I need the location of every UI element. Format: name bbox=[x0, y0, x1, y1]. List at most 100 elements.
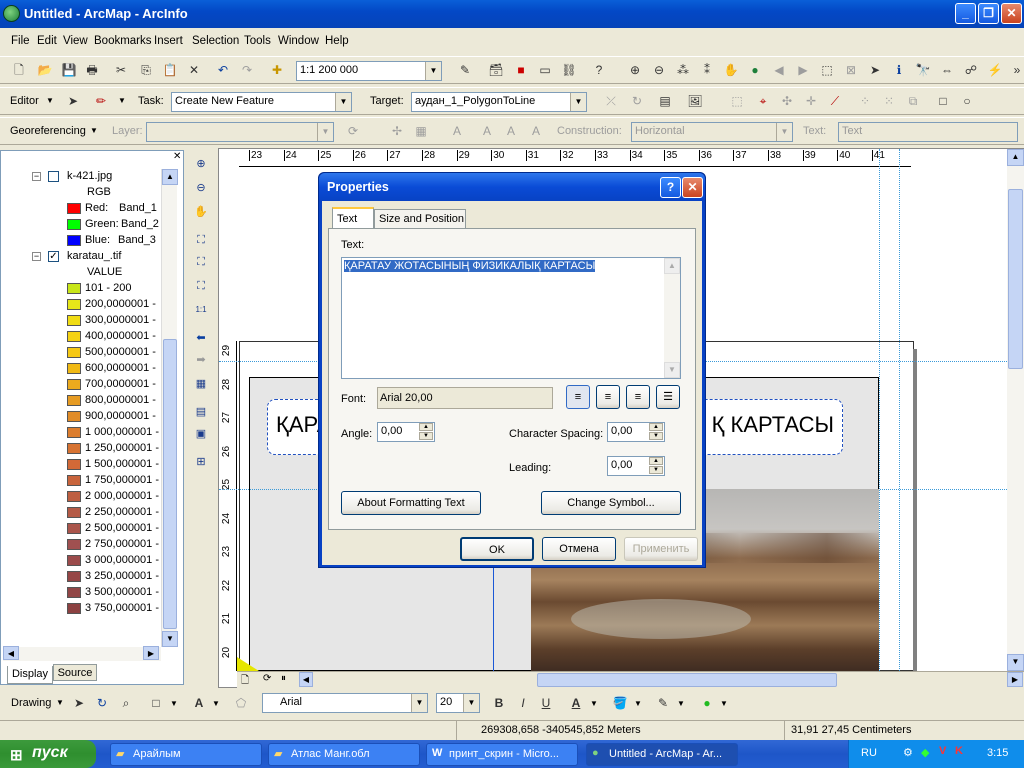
task-arcmap[interactable]: ● Untitled - ArcMap - Ar... bbox=[586, 743, 738, 766]
menu-insert[interactable]: Insert bbox=[154, 35, 183, 47]
full-extent-icon[interactable]: ● bbox=[746, 62, 764, 78]
fixed-zoom-icon[interactable]: ⛶ bbox=[191, 252, 211, 270]
paste-icon[interactable]: 📋 bbox=[161, 62, 179, 78]
minimize-button[interactable]: _ bbox=[955, 3, 976, 24]
task-arailym[interactable]: ▰ Арайлым bbox=[110, 743, 262, 766]
cut-icon[interactable]: ✂ bbox=[112, 62, 130, 78]
layer-checkbox-checked[interactable]: ✓ bbox=[48, 251, 59, 262]
dialog-close-button[interactable]: ✕ bbox=[682, 177, 703, 198]
chevron-down-icon[interactable]: ▼ bbox=[590, 699, 598, 708]
tab-text[interactable]: Text bbox=[332, 207, 374, 229]
leading-input[interactable]: 0,00 ▲ ▼ bbox=[607, 456, 665, 476]
textarea-scrollbar[interactable]: ▲ ▼ bbox=[664, 258, 680, 378]
sketch-tool-icon[interactable]: ✏ bbox=[92, 93, 110, 109]
fixed-zoom-out-icon[interactable]: ⛶ bbox=[191, 276, 211, 294]
zoom-out-icon[interactable]: ⊖ bbox=[650, 62, 668, 78]
align-justify-icon[interactable]: ☰ bbox=[656, 385, 680, 409]
help-button[interactable]: ? bbox=[660, 177, 681, 198]
cancel-button[interactable]: Отмена bbox=[542, 537, 616, 561]
font-combo[interactable]: Arial ▼ bbox=[262, 693, 428, 713]
char-spacing-input[interactable]: 0,00 ▲ ▼ bbox=[607, 422, 665, 442]
overflow-icon[interactable]: » bbox=[1008, 62, 1024, 78]
scroll-right-icon[interactable]: ▶ bbox=[143, 646, 159, 660]
hyperlink-icon[interactable]: ☍ bbox=[962, 62, 980, 78]
underline-button[interactable]: U bbox=[537, 695, 555, 711]
zoom-100-icon[interactable]: 1:1 bbox=[191, 300, 211, 318]
arcmap-globe-icon[interactable] bbox=[3, 5, 20, 22]
menu-file[interactable]: File bbox=[11, 35, 30, 47]
chevron-down-icon[interactable]: ▼ bbox=[463, 694, 479, 712]
font-size-combo[interactable]: 20 ▼ bbox=[436, 693, 480, 713]
identify-icon[interactable]: ℹ bbox=[890, 62, 908, 78]
chevron-down-icon[interactable]: ▼ bbox=[570, 93, 586, 111]
add-data-icon[interactable]: ✚ bbox=[268, 62, 286, 78]
tab-source[interactable]: Source bbox=[53, 664, 97, 681]
zoom-whole-page-icon[interactable]: ⛶ bbox=[191, 230, 211, 248]
measure-icon[interactable]: ⇔ bbox=[938, 62, 956, 78]
tray-shield-icon[interactable]: ◆ bbox=[921, 746, 929, 759]
scroll-down-icon[interactable]: ▼ bbox=[162, 631, 178, 647]
chevron-down-icon[interactable]: ▼ bbox=[170, 699, 178, 708]
scroll-up-icon[interactable]: ▲ bbox=[1007, 149, 1024, 166]
scroll-up-icon[interactable]: ▲ bbox=[162, 169, 178, 185]
tab-size-and-position[interactable]: Size and Position bbox=[374, 209, 466, 229]
data-view-icon[interactable]: 🗋 bbox=[241, 673, 249, 690]
chevron-down-icon[interactable]: ▼ bbox=[46, 96, 54, 105]
align-center-icon[interactable]: ≡ bbox=[596, 385, 620, 409]
command-line-icon[interactable]: ▭ bbox=[536, 62, 554, 78]
marker-color-icon[interactable]: ● bbox=[698, 695, 716, 711]
spin-up-icon[interactable]: ▲ bbox=[419, 423, 433, 431]
attributes-icon[interactable]: ▤ bbox=[656, 93, 674, 109]
scroll-thumb[interactable] bbox=[1008, 189, 1023, 369]
tray-network-icon[interactable]: ⚙ bbox=[903, 746, 913, 759]
bold-button[interactable]: B bbox=[490, 695, 508, 711]
scroll-left-icon[interactable]: ◀ bbox=[299, 672, 313, 687]
scroll-thumb[interactable] bbox=[163, 339, 177, 629]
task-combo[interactable]: Create New Feature ▼ bbox=[171, 92, 352, 112]
undo-icon[interactable]: ↶ bbox=[214, 62, 232, 78]
menu-window[interactable]: Window bbox=[278, 35, 319, 47]
pan-icon[interactable]: ✋ bbox=[722, 62, 740, 78]
text-area[interactable]: ҚАРАТАУ ЖОТАСЫНЫҢ ФИЗИКАЛЫҚ КАРТАСЫ ▲ ▼ bbox=[341, 257, 681, 379]
georeferencing-menu[interactable]: Georeferencing bbox=[10, 125, 86, 137]
layout-pan-icon[interactable]: ✋ bbox=[191, 202, 211, 220]
layout-zoom-out-icon[interactable]: ⊖ bbox=[191, 178, 211, 196]
about-formatting-button[interactable]: About Formatting Text bbox=[341, 491, 481, 515]
previous-extent-icon[interactable]: ⬅ bbox=[191, 328, 211, 346]
menu-bookmarks[interactable]: Bookmarks bbox=[94, 35, 152, 47]
fill-color-icon[interactable]: 🪣 bbox=[611, 695, 629, 711]
close-button[interactable]: ✕ bbox=[1001, 3, 1022, 24]
rotate-element-icon[interactable]: ↻ bbox=[93, 695, 111, 711]
pause-icon[interactable]: ⏸ bbox=[281, 673, 286, 684]
spin-down-icon[interactable]: ▼ bbox=[649, 466, 663, 474]
scroll-down-icon[interactable]: ▼ bbox=[1007, 654, 1024, 671]
rectangle-icon[interactable]: □ bbox=[934, 93, 952, 109]
save-icon[interactable]: 💾 bbox=[60, 62, 78, 78]
menu-edit[interactable]: Edit bbox=[37, 35, 57, 47]
toggle-draft-icon[interactable]: ▤ bbox=[191, 402, 211, 420]
rectangle-icon[interactable]: □ bbox=[147, 695, 165, 711]
text-tool-icon[interactable]: A bbox=[190, 695, 208, 711]
chevron-down-icon[interactable]: ▼ bbox=[720, 699, 728, 708]
find-icon[interactable]: 🔭 bbox=[914, 62, 932, 78]
chevron-down-icon[interactable]: ▼ bbox=[411, 694, 427, 712]
task-atlas[interactable]: ▰ Атлас Манг.обл bbox=[268, 743, 420, 766]
spin-up-icon[interactable]: ▲ bbox=[649, 457, 663, 465]
edit-tool-icon[interactable]: ➤ bbox=[64, 93, 82, 109]
delete-icon[interactable]: ✕ bbox=[185, 62, 203, 78]
scroll-left-icon[interactable]: ◀ bbox=[3, 646, 19, 660]
snap-icon[interactable]: ⌖ bbox=[754, 93, 772, 109]
select-elements-icon[interactable]: ➤ bbox=[70, 695, 88, 711]
copy-icon[interactable]: ⎘ bbox=[137, 62, 155, 78]
spin-down-icon[interactable]: ▼ bbox=[649, 432, 663, 440]
chevron-down-icon[interactable]: ▼ bbox=[335, 93, 351, 111]
collapse-icon[interactable]: − bbox=[32, 252, 41, 261]
toc-hscrollbar[interactable]: ◀ ▶ bbox=[3, 646, 161, 661]
menu-help[interactable]: Help bbox=[325, 35, 349, 47]
select-features-icon[interactable]: ⬚ bbox=[818, 62, 836, 78]
ok-button[interactable]: OK bbox=[460, 537, 534, 561]
align-right-icon[interactable]: ≡ bbox=[626, 385, 650, 409]
fixed-zoom-in-icon[interactable]: ⁂ bbox=[674, 62, 692, 78]
target-combo[interactable]: аудан_1_PolygonToLine ▼ bbox=[411, 92, 587, 112]
chevron-down-icon[interactable]: ▼ bbox=[677, 699, 685, 708]
